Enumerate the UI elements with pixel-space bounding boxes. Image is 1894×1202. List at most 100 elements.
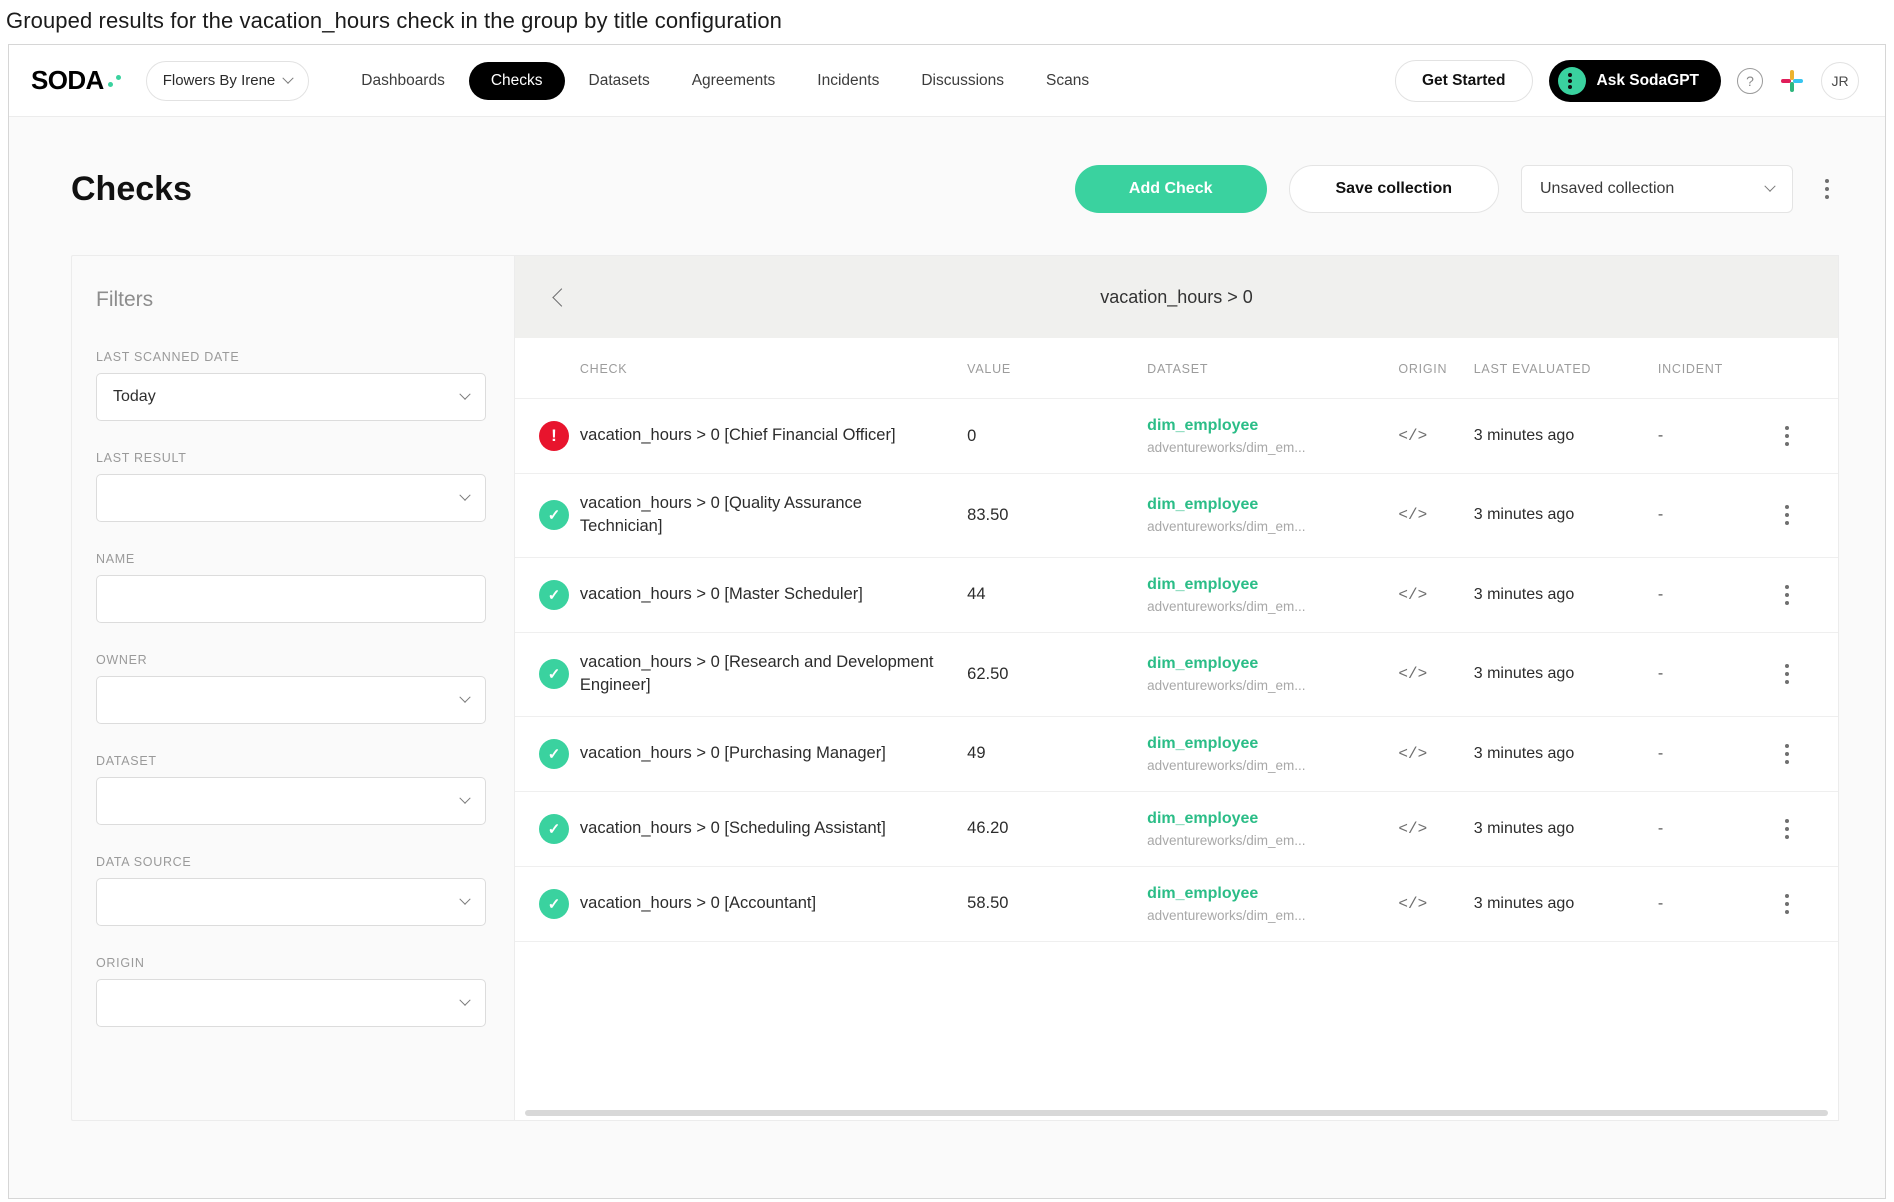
table-row[interactable]: ✓vacation_hours > 0 [Quality Assurance T… (515, 474, 1838, 558)
row-check-cell: vacation_hours > 0 [Master Scheduler] (580, 557, 967, 632)
filter-last-scanned-date-select[interactable]: Today (96, 373, 486, 421)
status-pass-icon: ✓ (539, 500, 569, 530)
row-check-text: vacation_hours > 0 [Chief Financial Offi… (580, 424, 967, 447)
filter-last-result-select[interactable] (96, 474, 486, 522)
row-value-cell: 83.50 (967, 474, 1147, 558)
row-check-text: vacation_hours > 0 [Scheduling Assistant… (580, 817, 967, 840)
ask-sodagpt-label: Ask SodaGPT (1597, 72, 1700, 90)
row-dataset-link[interactable]: dim_employee (1147, 576, 1398, 594)
horizontal-scrollbar[interactable] (525, 1110, 1828, 1116)
row-more-options-button[interactable] (1775, 744, 1799, 764)
row-dataset-link[interactable]: dim_employee (1147, 735, 1398, 753)
filter-name: NAME (96, 552, 486, 623)
row-check-text: vacation_hours > 0 [Research and Develop… (580, 651, 967, 698)
nav-item-datasets[interactable]: Datasets (571, 62, 668, 100)
row-actions-cell (1775, 866, 1838, 941)
table-row[interactable]: ✓vacation_hours > 0 [Master Scheduler]44… (515, 557, 1838, 632)
row-last-evaluated-cell: 3 minutes ago (1474, 716, 1658, 791)
row-value-cell: 44 (967, 557, 1147, 632)
nav-item-checks[interactable]: Checks (469, 62, 565, 100)
table-row[interactable]: ✓vacation_hours > 0 [Purchasing Manager]… (515, 716, 1838, 791)
row-dataset-link[interactable]: dim_employee (1147, 496, 1398, 514)
row-check-cell: vacation_hours > 0 [Purchasing Manager] (580, 716, 967, 791)
filter-owner-select[interactable] (96, 676, 486, 724)
row-status-cell: ✓ (515, 474, 580, 558)
row-actions-cell (1775, 474, 1838, 558)
row-dataset-link[interactable]: dim_employee (1147, 885, 1398, 903)
row-dataset-cell: dim_employeeadventureworks/dim_em... (1147, 866, 1398, 941)
row-incident-cell: - (1658, 632, 1775, 716)
nav-item-discussions[interactable]: Discussions (903, 62, 1022, 100)
row-origin-cell: </> (1398, 866, 1473, 941)
row-dataset-cell: dim_employeeadventureworks/dim_em... (1147, 791, 1398, 866)
filter-origin-select[interactable] (96, 979, 486, 1027)
checks-table: CHECK VALUE DATASET ORIGIN LAST EVALUATE… (515, 338, 1838, 942)
row-value-text: 49 (967, 744, 985, 762)
filter-dataset-select[interactable] (96, 777, 486, 825)
row-last-evaluated-text: 3 minutes ago (1474, 586, 1575, 603)
row-dataset-link[interactable]: dim_employee (1147, 417, 1398, 435)
help-icon[interactable]: ? (1737, 68, 1763, 94)
row-more-options-button[interactable] (1775, 894, 1799, 914)
save-collection-button[interactable]: Save collection (1289, 165, 1500, 213)
page-more-options-button[interactable] (1815, 179, 1839, 199)
sodagpt-orb-icon (1558, 67, 1586, 95)
row-actions-cell (1775, 557, 1838, 632)
row-dataset-link[interactable]: dim_employee (1147, 655, 1398, 673)
get-started-button[interactable]: Get Started (1395, 60, 1533, 102)
row-more-options-button[interactable] (1775, 426, 1799, 446)
row-dataset-link[interactable]: dim_employee (1147, 810, 1398, 828)
collection-select[interactable]: Unsaved collection (1521, 165, 1793, 213)
table-row[interactable]: ✓vacation_hours > 0 [Accountant]58.50dim… (515, 866, 1838, 941)
filter-owner: OWNER (96, 653, 486, 724)
table-row[interactable]: ✓vacation_hours > 0 [Research and Develo… (515, 632, 1838, 716)
nav-item-dashboards[interactable]: Dashboards (343, 62, 463, 100)
row-last-evaluated-cell: 3 minutes ago (1474, 557, 1658, 632)
row-incident-text: - (1658, 506, 1663, 523)
ask-sodagpt-button[interactable]: Ask SodaGPT (1549, 60, 1722, 102)
row-actions-cell (1775, 632, 1838, 716)
workspace-selector[interactable]: Flowers By Irene (146, 61, 310, 101)
content-area: Filters LAST SCANNED DATE Today LAST RES… (9, 213, 1885, 1121)
row-status-cell: ✓ (515, 632, 580, 716)
group-header-bar: vacation_hours > 0 (515, 256, 1838, 338)
soda-logo[interactable]: SODA (31, 65, 122, 96)
column-header-value: VALUE (967, 338, 1147, 399)
row-incident-cell: - (1658, 866, 1775, 941)
row-check-cell: vacation_hours > 0 [Scheduling Assistant… (580, 791, 967, 866)
slack-icon[interactable] (1779, 68, 1805, 94)
row-dataset-path: adventureworks/dim_em... (1147, 758, 1398, 773)
row-last-evaluated-text: 3 minutes ago (1474, 427, 1575, 444)
main-nav-links: Dashboards Checks Datasets Agreements In… (343, 62, 1107, 100)
nav-item-scans[interactable]: Scans (1028, 62, 1107, 100)
chevron-down-icon (1764, 181, 1775, 192)
row-last-evaluated-text: 3 minutes ago (1474, 895, 1575, 912)
filter-name-input[interactable] (96, 575, 486, 623)
row-value-cell: 62.50 (967, 632, 1147, 716)
row-more-options-button[interactable] (1775, 585, 1799, 605)
row-more-options-button[interactable] (1775, 819, 1799, 839)
nav-item-agreements[interactable]: Agreements (674, 62, 794, 100)
filter-data-source-select[interactable] (96, 878, 486, 926)
table-row[interactable]: ✓vacation_hours > 0 [Scheduling Assistan… (515, 791, 1838, 866)
filter-label: DATA SOURCE (96, 855, 486, 869)
row-value-text: 44 (967, 585, 985, 603)
row-more-options-button[interactable] (1775, 664, 1799, 684)
row-dataset-path: adventureworks/dim_em... (1147, 678, 1398, 693)
row-last-evaluated-text: 3 minutes ago (1474, 506, 1575, 523)
nav-item-incidents[interactable]: Incidents (799, 62, 897, 100)
table-header-row: CHECK VALUE DATASET ORIGIN LAST EVALUATE… (515, 338, 1838, 399)
row-more-options-button[interactable] (1775, 505, 1799, 525)
add-check-button[interactable]: Add Check (1075, 165, 1267, 213)
code-origin-icon: </> (1398, 427, 1427, 445)
row-value-text: 0 (967, 427, 976, 445)
collection-select-value: Unsaved collection (1540, 180, 1674, 198)
row-origin-cell: </> (1398, 399, 1473, 474)
group-title: vacation_hours > 0 (515, 287, 1838, 308)
row-value-text: 83.50 (967, 506, 1008, 524)
row-actions-cell (1775, 791, 1838, 866)
table-row[interactable]: !vacation_hours > 0 [Chief Financial Off… (515, 399, 1838, 474)
row-actions-cell (1775, 716, 1838, 791)
row-status-cell: ✓ (515, 716, 580, 791)
user-avatar[interactable]: JR (1821, 62, 1859, 100)
